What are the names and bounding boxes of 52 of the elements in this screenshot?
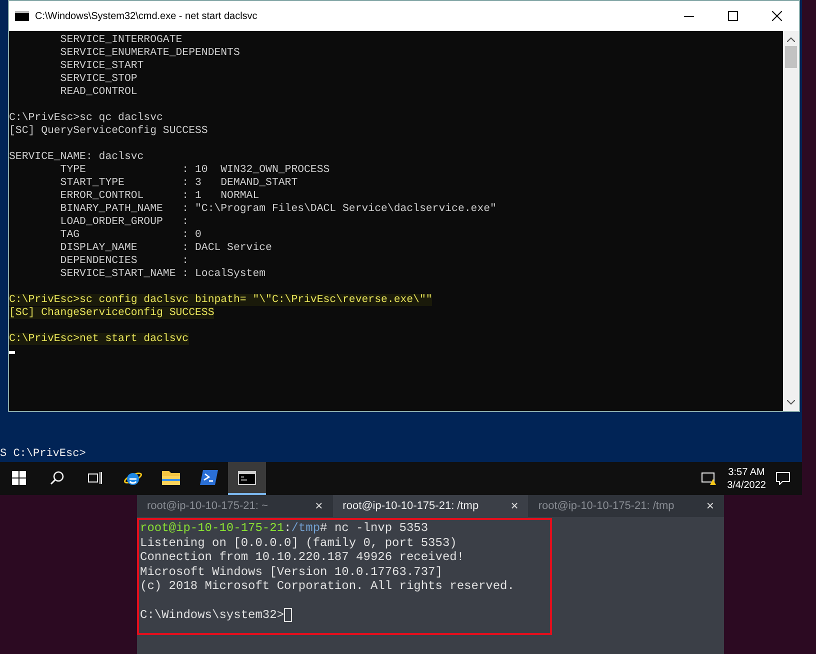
console-line: BINARY_PATH_NAME : "C:\Program Files\DACL Service\daclservice.exe": [59, 203, 496, 215]
tab-close-button[interactable]: ×: [510, 496, 518, 516]
folder-icon: [162, 470, 180, 485]
search-icon: [50, 470, 64, 484]
window-title: C:\Windows\System32\cmd.exe - net start daclsvc: [35, 10, 258, 24]
notification-icon: [776, 472, 790, 485]
terminal-output-line: Connection from 10.10.220.187 49926 received!: [140, 550, 464, 564]
command-prompt-icon: [238, 470, 256, 484]
command-prompt-icon: [15, 11, 29, 21]
terminal-output-line: Listening on [0.0.0.0] (family 0, port 5353): [140, 536, 457, 550]
scroll-thumb[interactable]: [785, 46, 797, 68]
terminal-cursor: [284, 608, 292, 622]
tab-close-button[interactable]: ×: [706, 496, 714, 516]
console-line: [SC] QueryServiceConfig SUCCESS: [9, 125, 208, 137]
console-line: TAG : 0: [59, 229, 202, 241]
windows-prompt: C:\Windows\system32>: [140, 608, 284, 622]
close-icon: [772, 11, 782, 21]
powershell-prompt: S C:\PrivEsc>: [0, 448, 86, 460]
console-line: LOAD_ORDER_GROUP :: [59, 216, 189, 228]
terminal-output-line: (c) 2018 Microsoft Corporation. All rights reserved.: [140, 579, 514, 593]
taskbar-button[interactable]: [228, 462, 266, 495]
scroll-down-icon: [787, 400, 795, 405]
console-line: C:\PrivEsc>sc qc daclsvc: [9, 112, 163, 124]
clock-date: 3/4/2022: [727, 478, 766, 492]
prompt-separator: :: [284, 521, 292, 535]
task-view-icon: [88, 472, 102, 484]
console-line: TYPE : 10 WIN32_OWN_PROCESS: [59, 164, 330, 176]
console-line: START_TYPE : 3 DEMAND_START: [59, 177, 298, 189]
maximize-icon: [728, 11, 738, 21]
terminal-tab[interactable]: root@ip-10-10-175-21: ~ ×: [137, 495, 333, 517]
console-line: DEPENDENCIES :: [59, 255, 189, 267]
console-line: SERVICE_NAME: daclsvc: [9, 151, 144, 163]
network-warning-icon: [701, 472, 718, 486]
console-line: DISPLAY_NAME : DACL Service: [59, 242, 272, 254]
prompt-user-host: root@ip-10-10-175-21: [140, 521, 284, 535]
terminal-tab[interactable]: root@ip-10-10-175-21: /tmp ×: [332, 495, 528, 517]
scroll-up-icon: [787, 37, 795, 42]
console-line: ERROR_CONTROL : 1 NORMAL: [59, 190, 260, 202]
windows-logo-icon: [12, 470, 26, 484]
prompt-path: /tmp: [291, 521, 320, 535]
console-line: SERVICE_ENUMERATE_DEPENDENTS: [59, 47, 240, 59]
terminal-output-line: Microsoft Windows [Version 10.0.17763.737]: [140, 564, 442, 578]
terminal-tab[interactable]: root@ip-10-10-175-21: /tmp ×: [528, 495, 724, 517]
console-line: SERVICE_INTERROGATE: [59, 34, 182, 46]
command-text: # nc -lnvp 5353: [320, 521, 428, 535]
console-line: SERVICE_START_NAME : LocalSystem: [59, 268, 266, 280]
console-line: SERVICE_STOP: [59, 73, 138, 85]
powershell-icon: [200, 470, 218, 485]
console-line: SERVICE_START: [59, 60, 144, 72]
clock-time: 3:57 AM: [728, 466, 765, 478]
console-line: READ_CONTROL: [59, 86, 138, 98]
tab-close-button[interactable]: ×: [315, 496, 323, 516]
